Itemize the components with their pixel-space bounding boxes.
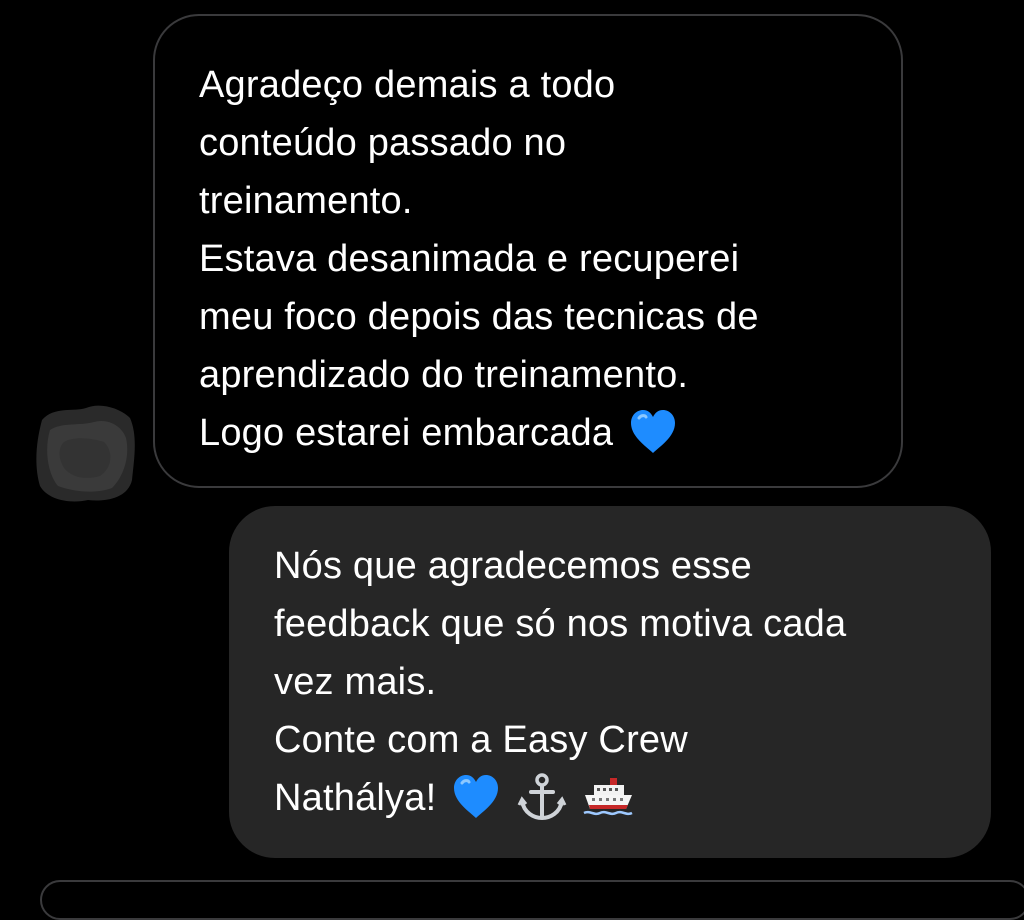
message-line: meu foco depois das tecnicas de (199, 296, 759, 338)
message-line: Nós que agradecemos esse (274, 545, 752, 587)
message-line-with-emoji: Logo estarei embarcada (199, 404, 881, 462)
message-line-text: Nathálya! (274, 777, 437, 819)
received-message-bubble[interactable]: Agradeço demais a todo conteúdo passado … (153, 14, 903, 488)
sender-avatar[interactable] (34, 402, 138, 504)
next-message-bubble-edge (40, 880, 1024, 920)
ship-icon (583, 774, 633, 816)
message-line: Agradeço demais a todo (199, 64, 616, 106)
message-line: treinamento. (199, 180, 413, 222)
sent-message-bubble[interactable]: Nós que agradecemos esse feedback que só… (229, 506, 991, 858)
anchor-icon (518, 773, 567, 820)
message-line: vez mais. (274, 661, 437, 703)
message-line: feedback que só nos motiva cada (274, 603, 847, 645)
blue-heart-icon (454, 774, 499, 818)
message-line-with-emoji: Nathálya! (274, 769, 971, 827)
message-line: aprendizado do treinamento. (199, 354, 689, 396)
emoji-group (627, 406, 679, 458)
emoji-group (450, 771, 634, 823)
message-line-text: Logo estarei embarcada (199, 412, 614, 454)
message-line: Estava desanimada e recuperei (199, 238, 740, 280)
message-line: Conte com a Easy Crew (274, 719, 688, 761)
message-line: conteúdo passado no (199, 122, 567, 164)
blue-heart-icon (631, 409, 676, 453)
